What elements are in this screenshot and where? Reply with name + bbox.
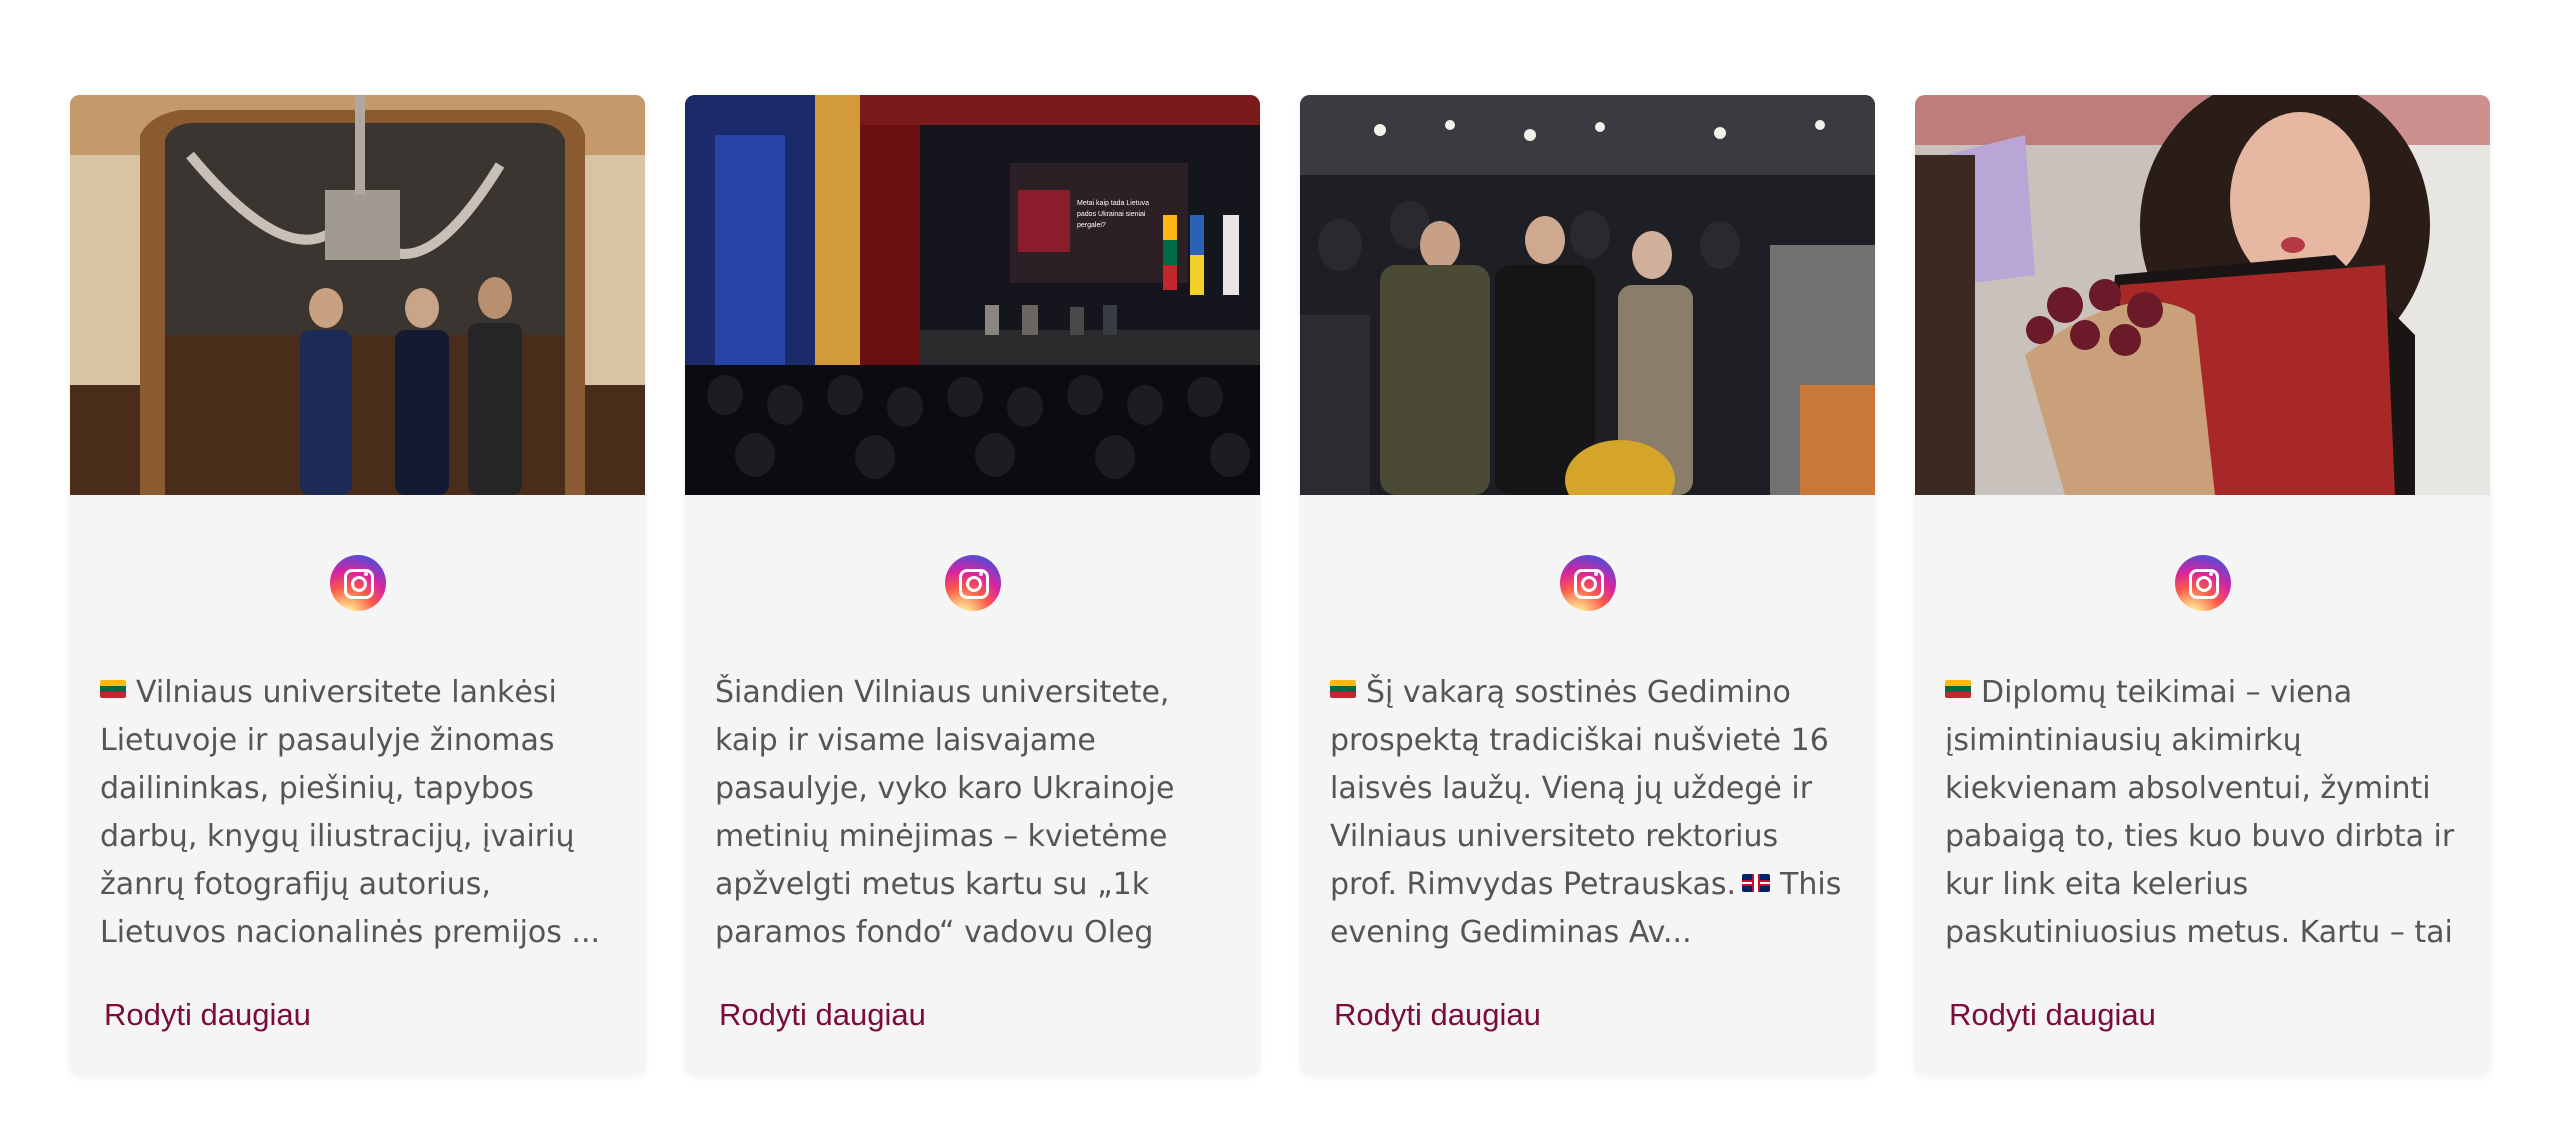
post-photo[interactable]: [70, 95, 645, 495]
post-caption: Šiandien Vilniaus universitete, kaip ir …: [715, 669, 1230, 957]
instagram-post-card[interactable]: Vilniaus universitete lankėsi Lietuvoje …: [70, 95, 645, 1075]
svg-text:Metai kaip tada Lietuva: Metai kaip tada Lietuva: [1077, 200, 1149, 207]
post-caption: Diplomų teikimai – viena įsimintiniausių…: [1945, 669, 2460, 957]
photo-conference-stage: Metai kaip tada Lietuva pados Ukrainai s…: [685, 95, 1260, 495]
post-caption: Šį vakarą sostinės Gedimino prospektą tr…: [1330, 669, 1845, 957]
show-more-link[interactable]: Rodyti daugiau: [1949, 997, 2156, 1033]
instagram-feed-grid: Vilniaus universitete lankėsi Lietuvoje …: [70, 95, 2491, 1075]
lithuania-flag-icon: [100, 680, 126, 698]
caption-text: Vilniaus universitete lankėsi Lietuvoje …: [100, 675, 601, 950]
instagram-post-card[interactable]: Diplomų teikimai – viena įsimintiniausių…: [1915, 95, 2490, 1075]
instagram-icon[interactable]: [1559, 555, 1616, 611]
post-caption: Vilniaus universitete lankėsi Lietuvoje …: [100, 669, 615, 957]
instagram-icon[interactable]: [329, 555, 386, 611]
show-more-link[interactable]: Rodyti daugiau: [1334, 997, 1541, 1033]
svg-text:pados Ukrainai sieniai: pados Ukrainai sieniai: [1077, 211, 1146, 218]
lithuania-flag-icon: [1945, 680, 1971, 698]
photo-hall-with-men: [70, 95, 645, 495]
show-more-link[interactable]: Rodyti daugiau: [719, 997, 926, 1033]
show-more-link[interactable]: Rodyti daugiau: [104, 997, 311, 1033]
instagram-icon[interactable]: [2174, 555, 2231, 611]
lithuania-flag-icon: [1330, 680, 1356, 698]
caption-text: Šiandien Vilniaus universitete, kaip ir …: [715, 675, 1175, 950]
svg-text:pergalei?: pergalei?: [1077, 222, 1106, 229]
photo-graduate-with-flowers: [1915, 95, 2490, 495]
instagram-post-card[interactable]: Šį vakarą sostinės Gedimino prospektą tr…: [1300, 95, 1875, 1075]
united-kingdom-flag-icon: [1742, 874, 1771, 892]
instagram-icon[interactable]: [944, 555, 1001, 611]
post-photo[interactable]: [1300, 95, 1875, 495]
photo-night-crowd-bonfire: [1300, 95, 1875, 495]
post-photo[interactable]: Metai kaip tada Lietuva pados Ukrainai s…: [685, 95, 1260, 495]
instagram-post-card[interactable]: Metai kaip tada Lietuva pados Ukrainai s…: [685, 95, 1260, 1075]
post-photo[interactable]: [1915, 95, 2490, 495]
caption-text: Diplomų teikimai – viena įsimintiniausių…: [1945, 675, 2455, 950]
caption-text: Šį vakarą sostinės Gedimino prospektą tr…: [1330, 675, 1829, 902]
